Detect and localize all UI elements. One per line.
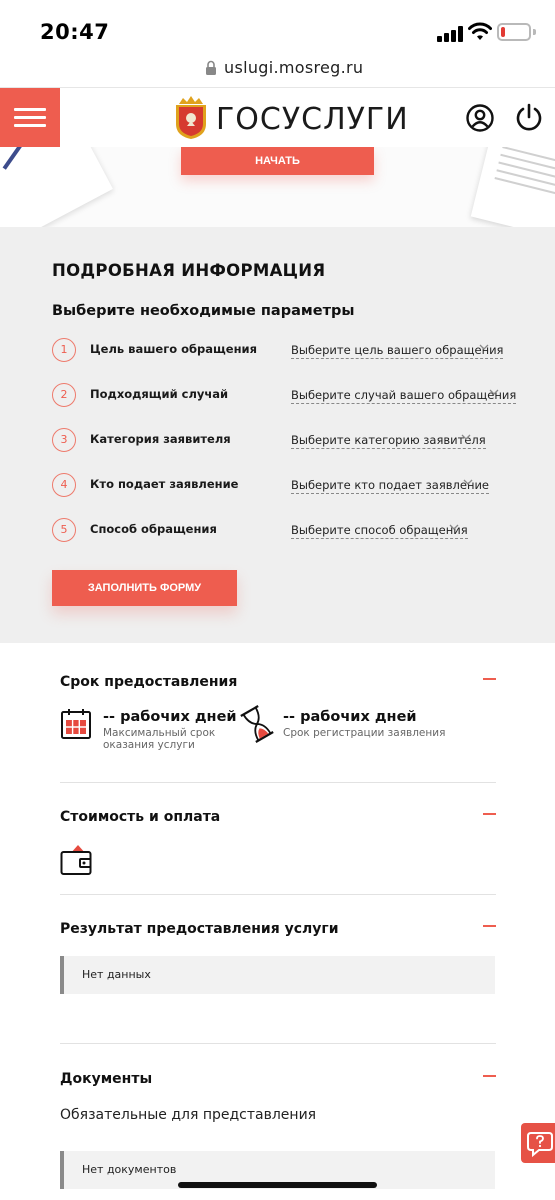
documents-collapse-icon[interactable] bbox=[483, 1075, 496, 1077]
coat-of-arms-icon[interactable] bbox=[173, 94, 209, 140]
status-time: 20:47 bbox=[40, 20, 110, 44]
param-label: Подходящий случай bbox=[90, 387, 229, 401]
max-term-desc-1: Максимальный срок bbox=[103, 727, 216, 739]
method-select[interactable]: Выберите способ обращения bbox=[291, 523, 468, 539]
param-label: Кто подает заявление bbox=[90, 477, 239, 491]
term-collapse-icon[interactable] bbox=[483, 678, 496, 680]
hero-banner: НАЧАТЬ bbox=[0, 147, 555, 227]
result-text: Нет данных bbox=[82, 968, 151, 981]
chevron-down-icon[interactable] bbox=[462, 476, 474, 488]
documents-text: Нет документов bbox=[82, 1163, 177, 1176]
wifi-icon bbox=[468, 22, 492, 40]
cost-collapse-icon[interactable] bbox=[483, 813, 496, 815]
paper-illustration bbox=[0, 147, 113, 227]
user-icon[interactable] bbox=[466, 104, 494, 132]
param-row-category: 3 Категория заявителя Выберите категорию… bbox=[52, 428, 512, 460]
battery-tip bbox=[533, 29, 536, 35]
lock-icon bbox=[206, 60, 216, 75]
divider bbox=[60, 782, 496, 783]
param-row-case: 2 Подходящий случай Выберите случай ваше… bbox=[52, 383, 517, 415]
reg-term-value: -- рабочих дней bbox=[283, 709, 417, 725]
documents-subtitle: Обязательные для представления bbox=[60, 1107, 317, 1123]
param-label: Способ обращения bbox=[90, 522, 217, 536]
param-row-purpose: 1 Цель вашего обращения Выберите цель ва… bbox=[52, 338, 512, 370]
result-info-box: Нет данных bbox=[60, 956, 495, 994]
chevron-down-icon[interactable] bbox=[460, 431, 472, 443]
help-chat-button[interactable] bbox=[521, 1123, 555, 1163]
step-number: 2 bbox=[52, 383, 76, 407]
max-term-value: -- рабочих дней bbox=[103, 709, 237, 725]
status-bar: 20:47 bbox=[0, 0, 555, 52]
cost-title[interactable]: Стоимость и оплата bbox=[60, 809, 220, 825]
site-header: ГОСУСЛУГИ bbox=[0, 87, 555, 148]
calendar-icon bbox=[61, 709, 91, 739]
param-row-applicant: 4 Кто подает заявление Выберите кто пода… bbox=[52, 473, 512, 505]
start-button[interactable]: НАЧАТЬ bbox=[181, 147, 374, 175]
category-select[interactable]: Выберите категорию заявителя bbox=[291, 433, 486, 449]
power-icon[interactable] bbox=[514, 102, 544, 132]
reg-term-desc: Срок регистрации заявления bbox=[283, 727, 446, 739]
cellular-signal-icon bbox=[437, 26, 463, 42]
chevron-down-icon[interactable] bbox=[448, 521, 460, 533]
menu-button[interactable] bbox=[0, 88, 60, 148]
param-label: Цель вашего обращения bbox=[90, 342, 257, 356]
details-section: ПОДРОБНАЯ ИНФОРМАЦИЯ Выберите необходимы… bbox=[0, 227, 555, 643]
step-number: 1 bbox=[52, 338, 76, 362]
chat-question-icon bbox=[527, 1132, 553, 1158]
home-indicator[interactable] bbox=[178, 1182, 377, 1188]
param-label: Категория заявителя bbox=[90, 432, 231, 446]
divider bbox=[60, 1043, 496, 1044]
details-subtitle: Выберите необходимые параметры bbox=[52, 303, 355, 319]
term-title[interactable]: Срок предоставления bbox=[60, 674, 237, 690]
url-bar[interactable]: uslugi.mosreg.ru bbox=[0, 52, 555, 86]
result-collapse-icon[interactable] bbox=[483, 925, 496, 927]
step-number: 3 bbox=[52, 428, 76, 452]
step-number: 5 bbox=[52, 518, 76, 542]
documents-title[interactable]: Документы bbox=[60, 1071, 152, 1087]
wallet-icon bbox=[60, 845, 92, 875]
logo-text[interactable]: ГОСУСЛУГИ bbox=[216, 102, 409, 137]
fill-form-button[interactable]: ЗАПОЛНИТЬ ФОРМУ bbox=[52, 570, 237, 606]
chevron-down-icon[interactable] bbox=[488, 386, 500, 398]
param-row-method: 5 Способ обращения Выберите способ обращ… bbox=[52, 518, 512, 550]
max-term-desc-2: оказания услуги bbox=[103, 739, 195, 751]
details-title: ПОДРОБНАЯ ИНФОРМАЦИЯ bbox=[52, 261, 326, 280]
purpose-select[interactable]: Выберите цель вашего обращения bbox=[291, 343, 504, 359]
applicant-select[interactable]: Выберите кто подает заявление bbox=[291, 478, 490, 494]
step-number: 4 bbox=[52, 473, 76, 497]
url-text: uslugi.mosreg.ru bbox=[224, 58, 364, 77]
hourglass-icon bbox=[240, 705, 274, 743]
case-select[interactable]: Выберите случай вашего обращения bbox=[291, 388, 517, 404]
result-title[interactable]: Результат предоставления услуги bbox=[60, 921, 339, 937]
chevron-down-icon[interactable] bbox=[478, 341, 490, 353]
battery-icon bbox=[497, 23, 531, 41]
document-illustration bbox=[470, 147, 555, 227]
divider bbox=[60, 894, 496, 895]
